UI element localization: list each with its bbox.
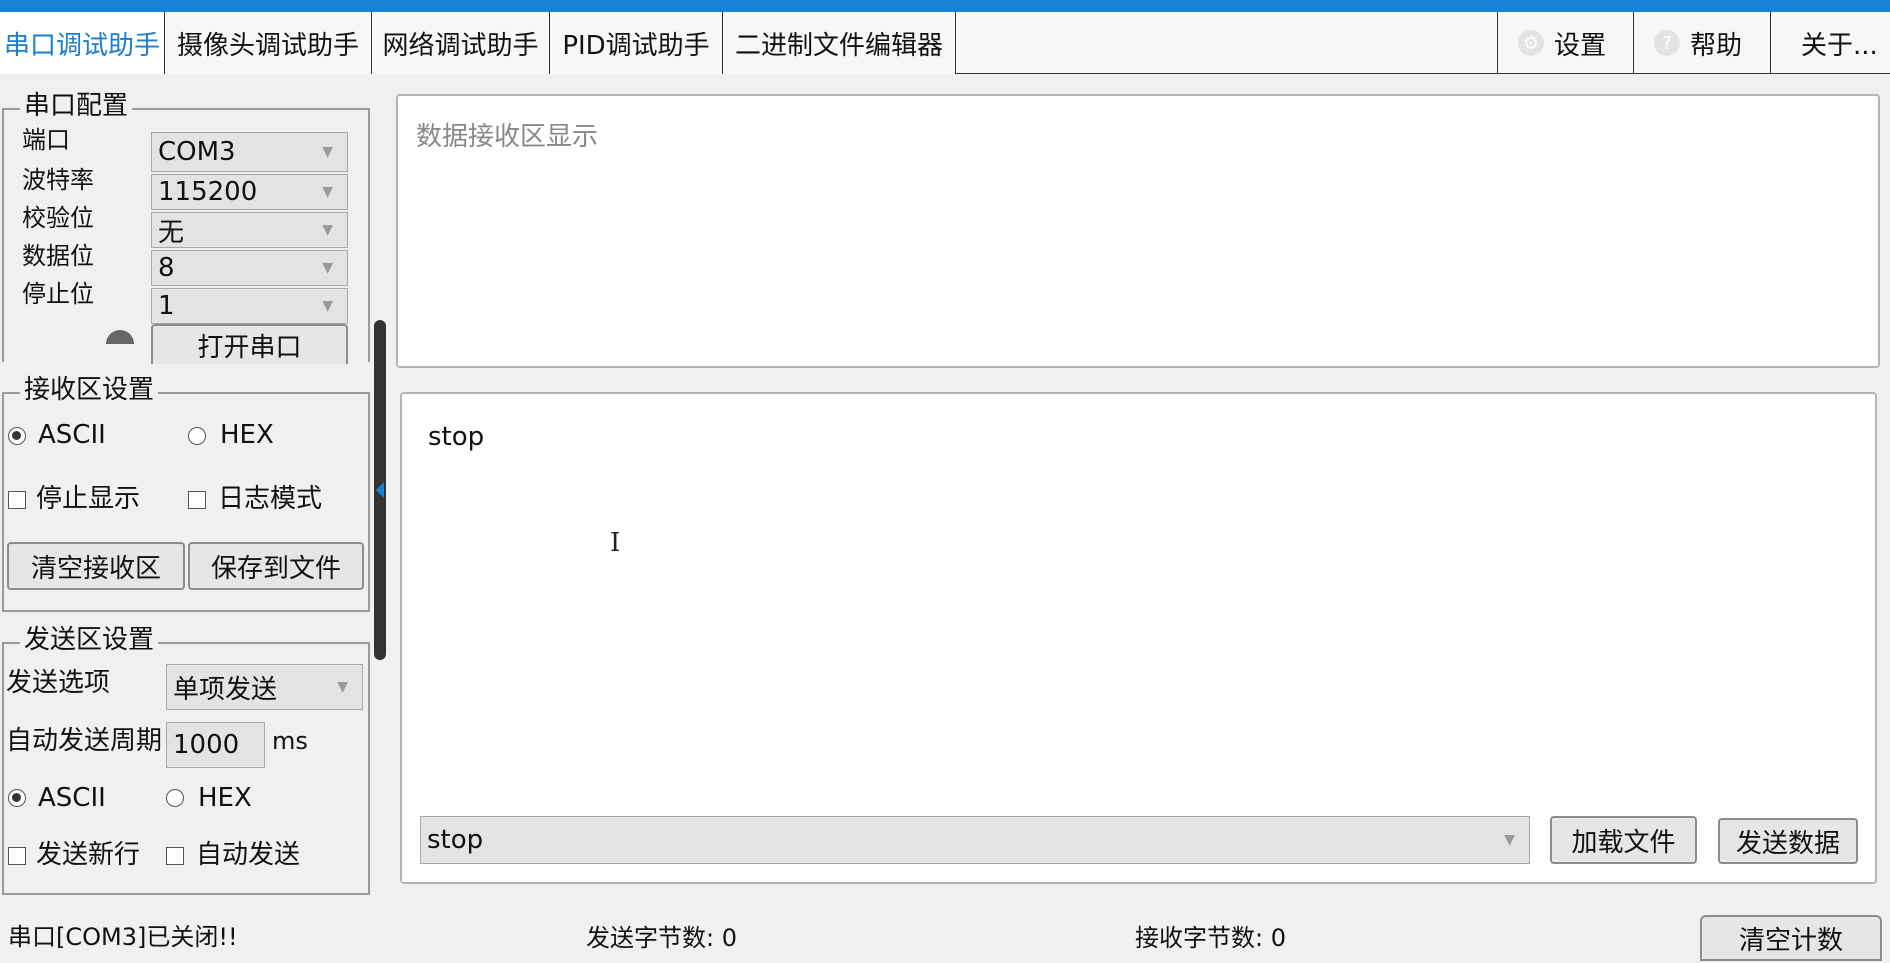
tab-label: 二进制文件编辑器 bbox=[734, 30, 943, 61]
clear-count-button[interactable]: 清空计数 bbox=[1700, 915, 1882, 961]
baud-select[interactable]: 115200 ▼ bbox=[151, 174, 348, 210]
load-file-label: 加载文件 bbox=[1571, 827, 1676, 858]
tab-bar: 串口调试助手 摄像头调试助手 网络调试助手 PID调试助手 二进制文件编辑器 ⚙… bbox=[0, 12, 1890, 74]
about-button[interactable]: 关于... bbox=[1770, 12, 1890, 74]
help-button[interactable]: ? 帮助 bbox=[1633, 12, 1770, 74]
baud-label: 波特率 bbox=[22, 166, 94, 194]
auto-send-period-input[interactable]: 1000 bbox=[166, 722, 265, 768]
chevron-down-icon: ▼ bbox=[322, 222, 333, 238]
save-to-file-button[interactable]: 保存到文件 bbox=[188, 542, 364, 590]
log-mode-checkbox[interactable] bbox=[188, 491, 206, 509]
settings-button[interactable]: ⚙ 设置 bbox=[1497, 12, 1633, 74]
chevron-down-icon: ▼ bbox=[322, 260, 333, 276]
about-label: 关于... bbox=[1801, 30, 1878, 61]
send-data-button[interactable]: 发送数据 bbox=[1718, 818, 1858, 864]
save-to-file-label: 保存到文件 bbox=[210, 553, 341, 584]
databits-label: 数据位 bbox=[22, 242, 94, 270]
clear-receive-label: 清空接收区 bbox=[30, 553, 161, 584]
send-option-label: 发送选项 bbox=[6, 668, 111, 698]
tab-label: 串口调试助手 bbox=[3, 30, 160, 61]
auto-send-checkbox[interactable] bbox=[166, 847, 184, 865]
auto-send-label: 自动发送 bbox=[196, 840, 301, 870]
stopbits-select[interactable]: 1 ▼ bbox=[151, 288, 348, 324]
send-area-text: stop bbox=[428, 422, 485, 452]
send-hex-radio[interactable] bbox=[166, 789, 184, 807]
parity-select[interactable]: 无 ▼ bbox=[151, 212, 348, 248]
tab-network-assistant[interactable]: 网络调试助手 bbox=[372, 12, 550, 74]
receive-area[interactable]: 数据接收区显示 bbox=[396, 94, 1880, 368]
tab-serial-assistant[interactable]: 串口调试助手 bbox=[0, 12, 165, 74]
send-ascii-label: ASCII bbox=[38, 783, 106, 813]
tab-label: PID调试助手 bbox=[562, 30, 710, 61]
chevron-down-icon: ▼ bbox=[337, 679, 348, 695]
serial-config-title: 串口配置 bbox=[20, 91, 133, 121]
auto-send-period-label: 自动发送周期 bbox=[6, 726, 163, 756]
clear-count-label: 清空计数 bbox=[1738, 925, 1843, 956]
send-settings-title: 发送区设置 bbox=[20, 625, 159, 655]
parity-value: 无 bbox=[158, 217, 185, 248]
collapse-arrow-icon[interactable] bbox=[376, 482, 384, 498]
port-value: COM3 bbox=[158, 137, 236, 167]
auto-send-period-value: 1000 bbox=[173, 730, 240, 760]
stop-display-label: 停止显示 bbox=[36, 484, 141, 514]
receive-settings-title: 接收区设置 bbox=[20, 375, 159, 405]
receive-hex-radio[interactable] bbox=[188, 427, 206, 445]
period-unit-label: ms bbox=[272, 727, 308, 755]
databits-value: 8 bbox=[158, 253, 175, 283]
open-port-label: 打开串口 bbox=[197, 332, 302, 363]
received-bytes-count: 接收字节数: 0 bbox=[1135, 924, 1286, 952]
load-file-button[interactable]: 加载文件 bbox=[1550, 816, 1697, 864]
send-ascii-radio[interactable] bbox=[8, 789, 26, 807]
title-bar bbox=[0, 0, 1890, 12]
send-hex-label: HEX bbox=[198, 783, 252, 813]
send-data-label: 发送数据 bbox=[1735, 828, 1840, 859]
receive-area-placeholder: 数据接收区显示 bbox=[416, 122, 599, 152]
chevron-down-icon: ▼ bbox=[322, 184, 333, 200]
send-newline-label: 发送新行 bbox=[36, 840, 141, 870]
send-history-value: stop bbox=[427, 825, 484, 855]
tab-label: 摄像头调试助手 bbox=[176, 30, 359, 61]
tab-label: 网络调试助手 bbox=[382, 30, 539, 61]
open-port-button[interactable]: 打开串口 bbox=[151, 324, 348, 364]
chevron-down-icon: ▼ bbox=[322, 144, 333, 160]
gear-icon: ⚙ bbox=[1518, 30, 1544, 56]
stop-display-checkbox[interactable] bbox=[8, 491, 26, 509]
help-label: 帮助 bbox=[1690, 30, 1743, 61]
sent-bytes-count: 发送字节数: 0 bbox=[586, 924, 737, 952]
send-option-value: 单项发送 bbox=[173, 674, 278, 705]
port-select[interactable]: COM3 ▼ bbox=[151, 132, 348, 172]
tab-binary-editor[interactable]: 二进制文件编辑器 bbox=[723, 12, 956, 74]
parity-label: 校验位 bbox=[22, 204, 94, 232]
tab-pid-assistant[interactable]: PID调试助手 bbox=[550, 12, 723, 74]
baud-value: 115200 bbox=[158, 177, 258, 207]
tab-camera-assistant[interactable]: 摄像头调试助手 bbox=[165, 12, 372, 74]
stopbits-value: 1 bbox=[158, 291, 175, 321]
send-history-select[interactable]: stop ▼ bbox=[420, 816, 1530, 864]
chevron-down-icon: ▼ bbox=[1504, 832, 1515, 848]
settings-label: 设置 bbox=[1554, 30, 1607, 61]
question-icon: ? bbox=[1654, 30, 1680, 56]
text-cursor-icon: I bbox=[610, 528, 621, 558]
receive-ascii-label: ASCII bbox=[38, 420, 106, 450]
port-status-text: 串口[COM3]已关闭!! bbox=[8, 923, 238, 951]
send-option-select[interactable]: 单项发送 ▼ bbox=[166, 664, 363, 710]
chevron-down-icon: ▼ bbox=[322, 298, 333, 314]
stopbits-label: 停止位 bbox=[22, 280, 94, 308]
port-label: 端口 bbox=[22, 126, 70, 154]
databits-select[interactable]: 8 ▼ bbox=[151, 250, 348, 286]
receive-ascii-radio[interactable] bbox=[8, 427, 26, 445]
send-newline-checkbox[interactable] bbox=[8, 847, 26, 865]
log-mode-label: 日志模式 bbox=[218, 484, 323, 514]
send-area[interactable]: stop I bbox=[400, 392, 1877, 884]
receive-hex-label: HEX bbox=[220, 420, 274, 450]
clear-receive-button[interactable]: 清空接收区 bbox=[7, 542, 185, 590]
